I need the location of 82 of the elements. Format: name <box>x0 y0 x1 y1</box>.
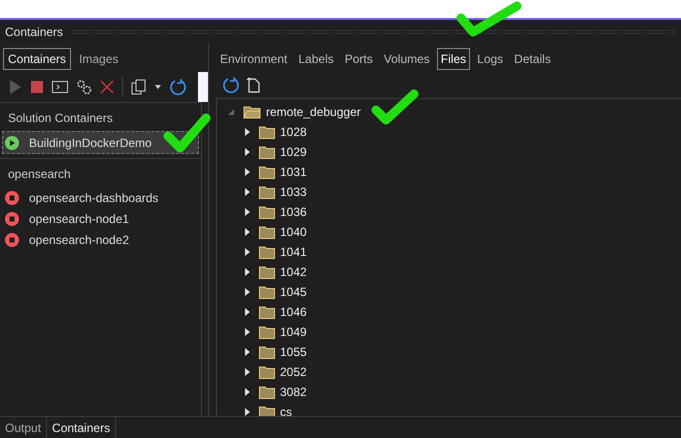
expand-icon[interactable] <box>243 368 251 376</box>
caret-icon[interactable] <box>155 85 161 89</box>
expand-icon[interactable] <box>243 328 251 336</box>
refresh-icon[interactable] <box>222 76 240 94</box>
folder-icon <box>259 346 275 358</box>
tree-item[interactable]: 1040 <box>217 222 681 242</box>
expand-icon[interactable] <box>243 168 251 176</box>
expand-icon[interactable] <box>243 248 251 256</box>
folder-icon <box>243 105 261 119</box>
scrollbar[interactable] <box>198 72 208 102</box>
start-icon[interactable] <box>8 79 22 95</box>
expand-icon[interactable] <box>243 348 251 356</box>
panel-tab[interactable]: Images <box>74 48 124 70</box>
container-item[interactable]: opensearch-node1 <box>0 208 201 229</box>
folder-icon <box>259 226 275 238</box>
tree-item[interactable]: 1028 <box>217 122 681 142</box>
tree-item[interactable]: 1029 <box>217 142 681 162</box>
folder-icon <box>259 386 275 398</box>
stopped-status-icon <box>5 232 19 246</box>
settings-icon[interactable] <box>76 79 92 95</box>
detail-tab[interactable]: Volumes <box>380 48 434 70</box>
tree-item[interactable]: cs <box>217 402 681 416</box>
stopped-status-icon <box>5 212 19 226</box>
container-item[interactable]: opensearch-node2 <box>0 229 201 250</box>
delete-icon[interactable] <box>100 80 114 94</box>
expand-icon[interactable] <box>243 148 251 156</box>
terminal-icon[interactable] <box>52 81 68 93</box>
folder-icon <box>259 306 275 318</box>
folder-icon <box>259 206 275 218</box>
collapse-icon[interactable] <box>227 108 235 116</box>
tree-item[interactable]: 1055 <box>217 342 681 362</box>
tree-item[interactable]: 1041 <box>217 242 681 262</box>
panel-tab[interactable]: Containers <box>3 48 72 70</box>
detail-tab[interactable]: Labels <box>294 48 338 70</box>
tree-item[interactable]: 1031 <box>217 162 681 182</box>
stop-icon[interactable] <box>30 80 44 94</box>
folder-icon <box>259 166 275 178</box>
tree-item[interactable]: 1049 <box>217 322 681 342</box>
tree-item[interactable]: 1046 <box>217 302 681 322</box>
panel-tab[interactable]: Containers <box>46 417 116 438</box>
tree-item[interactable]: 2052 <box>217 362 681 382</box>
folder-icon <box>259 326 275 338</box>
running-status-icon <box>5 136 19 150</box>
stopped-status-icon <box>5 190 19 204</box>
expand-icon[interactable] <box>243 228 251 236</box>
tree-item[interactable]: 1036 <box>217 202 681 222</box>
expand-icon[interactable] <box>243 268 251 276</box>
expand-icon[interactable] <box>243 188 251 196</box>
detail-tab[interactable]: Environment <box>216 48 292 70</box>
detail-tab[interactable]: Logs <box>473 48 508 70</box>
folder-icon <box>259 406 275 416</box>
folder-icon <box>259 266 275 278</box>
group-header: opensearch <box>7 166 72 183</box>
expand-icon[interactable] <box>243 408 251 416</box>
folder-icon <box>259 246 275 258</box>
expand-icon[interactable] <box>243 128 251 136</box>
tree-item[interactable]: 1045 <box>217 282 681 302</box>
window-title: Containers <box>5 24 64 38</box>
expand-icon[interactable] <box>243 308 251 316</box>
panel-tab[interactable]: Output <box>0 417 46 438</box>
folder-icon <box>259 366 275 378</box>
folder-icon <box>259 186 275 198</box>
detail-tab[interactable]: Ports <box>340 48 377 70</box>
folder-icon <box>259 146 275 158</box>
expand-icon[interactable] <box>243 208 251 216</box>
tree-item[interactable]: 1042 <box>217 262 681 282</box>
expand-icon[interactable] <box>243 388 251 396</box>
detail-tab[interactable]: Details <box>510 48 555 70</box>
group-header: Solution Containers <box>7 110 114 127</box>
refresh-icon[interactable] <box>169 78 187 96</box>
tree-item[interactable]: 3082 <box>217 382 681 402</box>
folder-icon <box>259 126 275 138</box>
file-icon[interactable] <box>246 77 260 93</box>
container-item[interactable]: opensearch-dashboards <box>0 187 201 208</box>
checkmark-icon <box>162 112 212 154</box>
detail-tab[interactable]: Files <box>436 48 470 70</box>
copy-icon[interactable] <box>131 79 147 95</box>
tree-item[interactable]: 1033 <box>217 182 681 202</box>
tree-item[interactable]: remote_debugger <box>217 102 681 122</box>
expand-icon[interactable] <box>243 288 251 296</box>
container-item[interactable]: BuildingInDockerDemo <box>2 131 199 154</box>
folder-icon <box>259 286 275 298</box>
